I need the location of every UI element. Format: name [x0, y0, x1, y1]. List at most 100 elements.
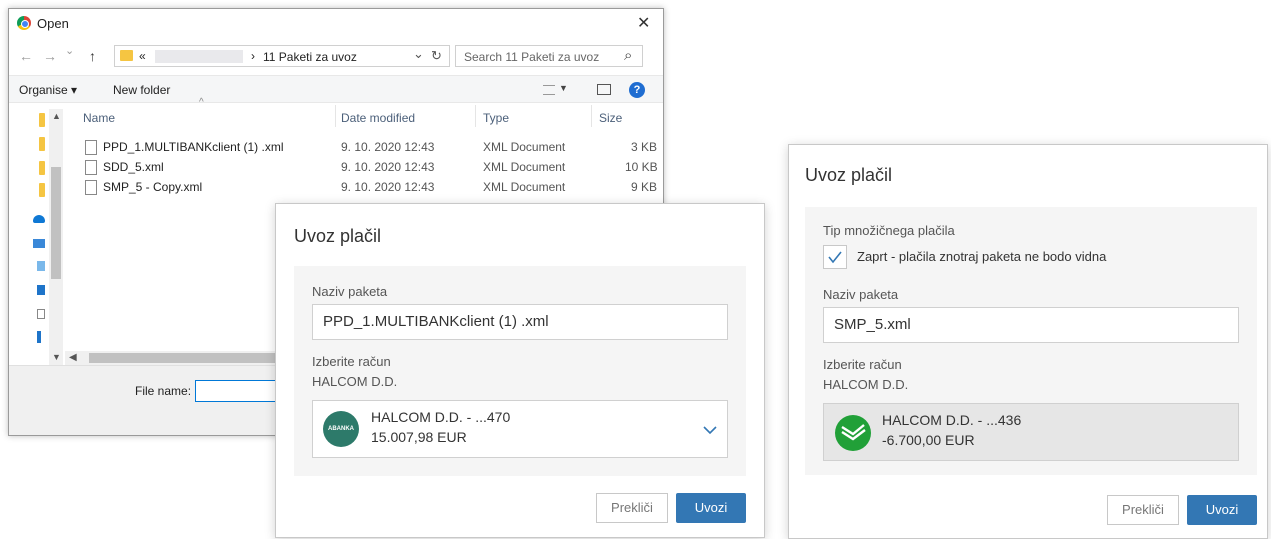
column-header-size[interactable]: Size [599, 111, 622, 125]
xml-file-icon [85, 140, 97, 155]
nav-scrollbar-thumb[interactable] [51, 167, 61, 279]
dialog-title: Open [37, 16, 69, 31]
download-icon[interactable] [37, 331, 41, 343]
document-icon[interactable] [37, 309, 45, 319]
redacted-path [155, 50, 243, 63]
import-button[interactable]: Uvozi [1187, 495, 1257, 525]
onedrive-icon[interactable] [33, 215, 45, 223]
folder-icon[interactable] [39, 161, 45, 175]
back-arrow-icon[interactable]: ← [19, 48, 33, 64]
closed-package-checkbox[interactable] [823, 245, 847, 269]
address-prefix[interactable]: « [139, 49, 146, 63]
import-payments-modal: Uvoz plačil Tip množičnega plačila Zaprt… [788, 144, 1268, 539]
scroll-up-icon[interactable]: ▲ [52, 111, 61, 121]
address-current-folder[interactable]: 11 Paketi za uvoz [263, 50, 357, 64]
file-type: XML Document [483, 160, 566, 174]
dialog-titlebar: Open ✕ [9, 9, 663, 37]
up-arrow-icon[interactable]: ↑ [89, 48, 96, 64]
package-name-label: Naziv paketa [823, 287, 899, 302]
account-balance: 15.007,98 EUR [371, 429, 467, 445]
import-payments-modal: Uvoz plačil Naziv paketa PPD_1.MULTIBANK… [275, 203, 765, 538]
file-date: 9. 10. 2020 12:43 [341, 140, 435, 154]
navigation-bar: ← → ⌄ ↑ « › 11 Paketi za uvoz ⌄ ↻ Search… [9, 43, 663, 69]
file-row[interactable]: SMP_5 - Copy.xml 9. 10. 2020 12:43 XML D… [85, 178, 663, 198]
account-name[interactable]: HALCOM D.D. - ...470 [371, 409, 510, 425]
command-bar: Organise ▾ New folder ▼ ? [9, 75, 663, 103]
chrome-icon [17, 16, 31, 30]
search-placeholder[interactable]: Search 11 Paketi za uvoz [464, 50, 599, 64]
sberbank-logo-icon [835, 415, 871, 451]
help-icon[interactable]: ? [629, 82, 645, 98]
file-date: 9. 10. 2020 12:43 [341, 180, 435, 194]
abanka-logo-icon: ABANKA [323, 411, 359, 447]
cancel-button[interactable]: Prekliči [1107, 495, 1179, 525]
scroll-down-icon[interactable]: ▼ [52, 352, 61, 362]
address-dropdown-icon[interactable]: ⌄ [413, 46, 424, 62]
account-name: HALCOM D.D. - ...436 [882, 412, 1022, 428]
checkmark-icon [828, 251, 842, 264]
import-button[interactable]: Uvozi [676, 493, 746, 523]
address-bar[interactable]: « › 11 Paketi za uvoz ⌄ ↻ [114, 45, 450, 67]
view-options-icon[interactable] [543, 85, 555, 95]
payment-type-label: Tip množičnega plačila [823, 223, 955, 238]
column-divider[interactable] [335, 105, 336, 127]
preview-pane-icon[interactable] [597, 84, 611, 95]
file-size: 10 KB [625, 160, 658, 174]
view-dropdown-icon[interactable]: ▼ [559, 83, 568, 93]
horizontal-scrollbar-thumb[interactable] [89, 353, 277, 363]
package-name-label: Naziv paketa [312, 284, 388, 299]
forward-arrow-icon[interactable]: → [43, 48, 57, 64]
address-separator: › [251, 49, 255, 63]
folder-icon[interactable] [39, 137, 45, 151]
recent-locations-icon[interactable]: ⌄ [65, 44, 74, 57]
column-header-date[interactable]: Date modified [341, 111, 415, 125]
package-name-input[interactable]: PPD_1.MULTIBANKclient (1) .xml [312, 304, 728, 340]
folder-icon[interactable] [39, 183, 45, 197]
drive-icon[interactable] [37, 285, 45, 295]
filename-label: File name: [135, 384, 192, 398]
form-panel: Tip množičnega plačila Zaprt - plačila z… [805, 207, 1257, 475]
file-size: 9 KB [631, 180, 658, 194]
chevron-down-icon[interactable] [703, 425, 717, 435]
account-label: Izberite račun [312, 354, 391, 369]
close-icon[interactable]: ✕ [637, 13, 650, 33]
account-select[interactable]: ABANKA HALCOM D.D. - ...470 15.007,98 EU… [312, 400, 728, 458]
refresh-icon[interactable]: ↻ [431, 48, 442, 64]
column-header-name[interactable]: Name [83, 111, 115, 125]
column-divider[interactable] [475, 105, 476, 127]
file-row[interactable]: SDD_5.xml 9. 10. 2020 12:43 XML Document… [85, 158, 663, 178]
xml-file-icon [85, 180, 97, 195]
cancel-button[interactable]: Prekliči [596, 493, 668, 523]
modal-title: Uvoz plačil [805, 165, 893, 185]
quick-access-folder-icon[interactable] [39, 113, 45, 127]
file-row[interactable]: PPD_1.MULTIBANKclient (1) .xml 9. 10. 20… [85, 138, 663, 158]
account-balance: -6.700,00 EUR [882, 432, 975, 448]
column-header-type[interactable]: Type [483, 111, 509, 125]
this-pc-icon[interactable] [33, 239, 45, 248]
account-select-disabled: HALCOM D.D. - ...436 -6.700,00 EUR [823, 403, 1239, 461]
organise-button[interactable]: Organise ▾ [19, 83, 77, 97]
sort-ascending-icon: ^ [199, 97, 204, 108]
file-name[interactable]: PPD_1.MULTIBANKclient (1) .xml [103, 140, 284, 154]
account-label: Izberite račun [823, 357, 902, 372]
file-type: XML Document [483, 140, 566, 154]
file-name[interactable]: SDD_5.xml [103, 160, 164, 174]
checkbox-label[interactable]: Zaprt - plačila znotraj paketa ne bodo v… [857, 249, 1106, 264]
folder-icon [120, 50, 133, 61]
package-name-input[interactable]: SMP_5.xml [823, 307, 1239, 343]
form-panel: Naziv paketa PPD_1.MULTIBANKclient (1) .… [294, 266, 746, 476]
account-owner: HALCOM D.D. [823, 377, 909, 392]
new-folder-button[interactable]: New folder [113, 83, 170, 97]
scroll-left-icon[interactable]: ◀ [69, 352, 77, 363]
file-name[interactable]: SMP_5 - Copy.xml [103, 180, 202, 194]
file-date: 9. 10. 2020 12:43 [341, 160, 435, 174]
modal-title: Uvoz plačil [294, 226, 382, 246]
search-icon[interactable]: ⌕ [624, 47, 632, 64]
xml-file-icon [85, 160, 97, 175]
filename-input[interactable] [195, 380, 285, 402]
file-type: XML Document [483, 180, 566, 194]
column-divider[interactable] [591, 105, 592, 127]
drive-icon[interactable] [37, 261, 45, 271]
account-owner: HALCOM D.D. [312, 374, 398, 389]
search-box[interactable]: Search 11 Paketi za uvoz ⌕ [455, 45, 643, 67]
